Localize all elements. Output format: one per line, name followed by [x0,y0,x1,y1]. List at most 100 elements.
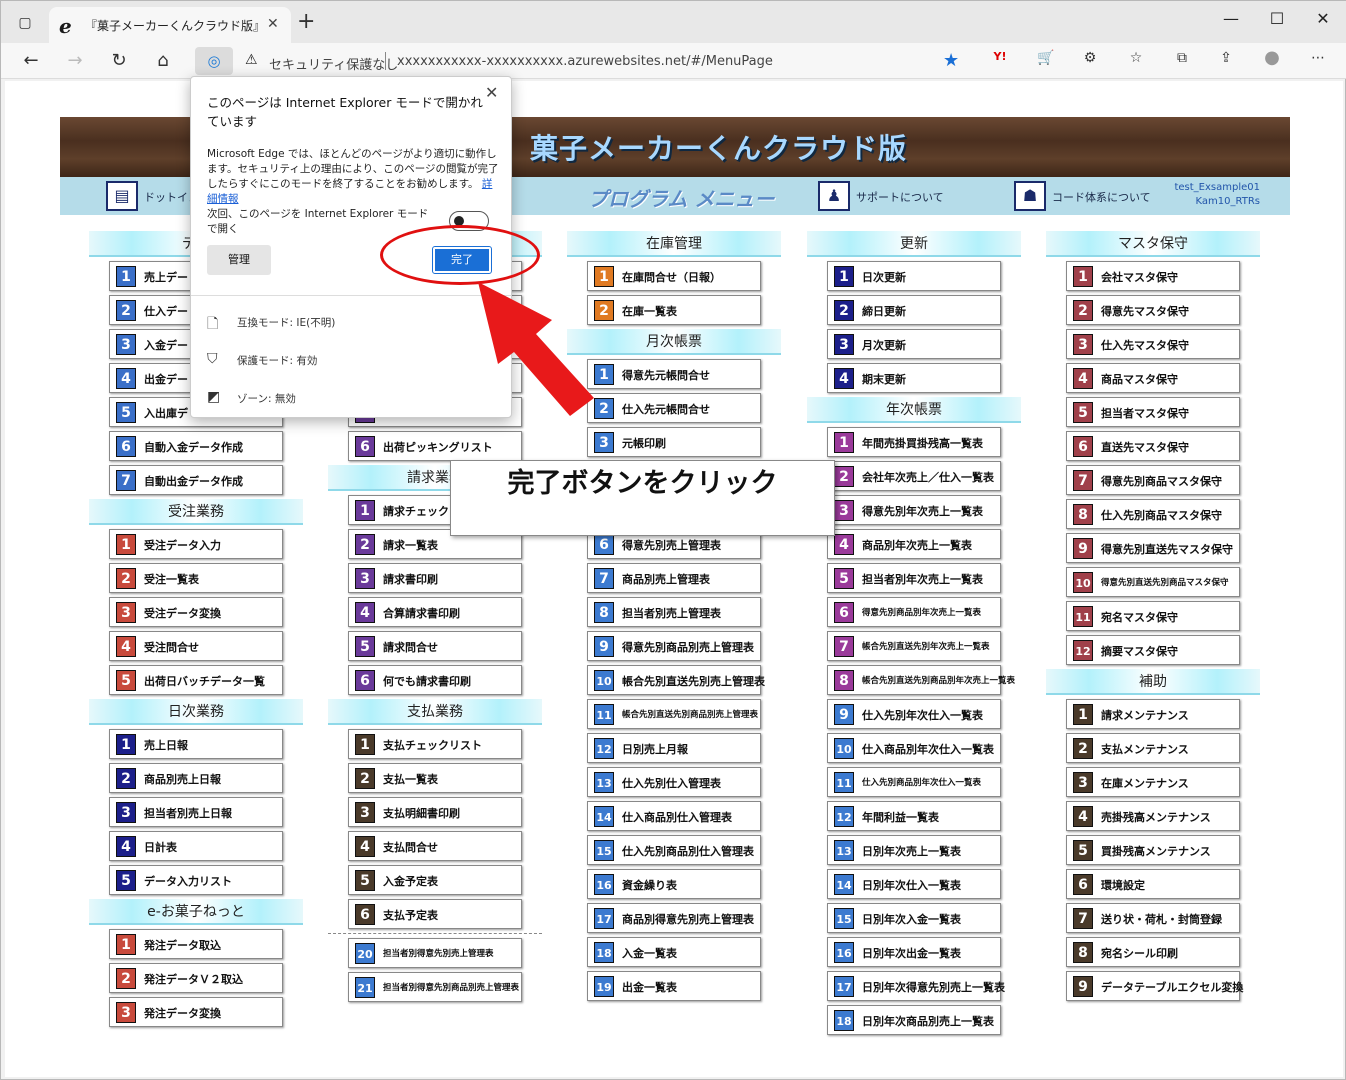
menu-item-button[interactable]: 1 年間売掛買掛残高一覧表 [827,427,1001,457]
menu-item-button[interactable]: 19 出金一覧表 [587,971,761,1001]
menu-item-button[interactable]: 2 受注一覧表 [109,563,283,593]
menu-item-button[interactable]: 1 会社マスタ保守 [1066,261,1240,291]
menu-item-button[interactable]: 4 合算請求書印刷 [348,597,522,627]
ie-mode-icon[interactable]: ◎ [195,47,233,75]
menu-item-button[interactable]: 10 帳合先別直送先別売上管理表 [587,665,765,695]
menu-item-button[interactable]: 1 受注データ入力 [109,529,283,559]
minimize-icon[interactable]: — [1211,9,1251,28]
menu-item-button[interactable]: 2 締日更新 [827,295,1001,325]
menu-item-button[interactable]: 7 送り状・荷札・封筒登録 [1066,903,1240,933]
menu-item-button[interactable]: 11 帳合先別直送先別商品別売上管理表 [587,699,761,729]
menu-item-button[interactable]: 4 支払問合せ [348,831,522,861]
popup-close-icon[interactable]: ✕ [485,83,498,102]
menu-item-button[interactable]: 2 会社年次売上／仕入一覧表 [827,461,1001,491]
menu-item-button[interactable]: 2 仕入先元帳問合せ [587,393,761,423]
menu-item-button[interactable]: 17 商品別得意先別売上管理表 [587,903,761,933]
menu-item-button[interactable]: 17 日別年次得意先別売上一覧表 [827,971,1005,1001]
menu-item-button[interactable]: 9 得意先別直送先マスタ保守 [1066,533,1240,563]
address-bar[interactable]: ⚠ セキュリティ保護なし xxxxxxxxxxx-xxxxxxxxxx.azur… [239,47,979,75]
menu-item-button[interactable]: 13 仕入先別仕入管理表 [587,767,761,797]
menu-item-button[interactable]: 12 年間利益一覧表 [827,801,1001,831]
menu-item-button[interactable]: 11 仕入先別商品別年次仕入一覧表 [827,767,1001,797]
menu-item-button[interactable]: 3 月次更新 [827,329,1001,359]
menu-item-button[interactable]: 20 担当者別得意先別売上管理表 [348,938,522,968]
menu-item-button[interactable]: 1 発注データ取込 [109,929,283,959]
profile-icon[interactable]: ● [1259,47,1285,68]
menu-item-button[interactable]: 3 仕入先マスタ保守 [1066,329,1240,359]
menu-item-button[interactable]: 3 担当者別売上日報 [109,797,283,827]
menu-item-button[interactable]: 10 仕入商品別年次仕入一覧表 [827,733,1001,763]
menu-item-button[interactable]: 7 自動出金データ作成 [109,465,283,495]
menu-item-button[interactable]: 10 得意先別直送先別商品マスタ保守 [1066,567,1240,597]
menu-item-button[interactable]: 6 環境設定 [1066,869,1240,899]
menu-item-button[interactable]: 4 売掛残高メンテナンス [1066,801,1240,831]
sidebar-icon[interactable]: ▢ [13,11,37,35]
menu-item-button[interactable]: 4 商品マスタ保守 [1066,363,1240,393]
menu-item-button[interactable]: 8 帳合先別直送先別商品別年次売上一覧表 [827,665,1015,695]
menu-item-button[interactable]: 7 帳合先別直送先別年次売上一覧表 [827,631,1001,661]
menu-item-button[interactable]: 5 担当者マスタ保守 [1066,397,1240,427]
menu-item-button[interactable]: 3 受注データ変換 [109,597,283,627]
menu-item-button[interactable]: 5 入金予定表 [348,865,522,895]
favorites-icon[interactable]: ☆ [1123,50,1149,66]
menu-item-button[interactable]: 9 得意先別商品別売上管理表 [587,631,761,661]
menu-item-button[interactable]: 6 直送先マスタ保守 [1066,431,1240,461]
menu-item-button[interactable]: 8 宛名シール印刷 [1066,937,1240,967]
menu-item-button[interactable]: 3 在庫メンテナンス [1066,767,1240,797]
url-text[interactable]: xxxxxxxxxxx-xxxxxxxxxx.azurewebsites.net… [397,54,773,69]
menu-item-button[interactable]: 2 支払一覧表 [348,763,522,793]
more-icon[interactable]: ⋯ [1305,50,1331,66]
home-icon[interactable]: ⌂ [149,49,177,73]
menu-item-button[interactable]: 5 請求問合せ [348,631,522,661]
insecure-label[interactable]: セキュリティ保護なし [269,54,398,73]
menu-item-button[interactable]: 2 支払メンテナンス [1066,733,1240,763]
close-window-icon[interactable]: ✕ [1303,9,1343,28]
menu-item-button[interactable]: 3 支払明細書印刷 [348,797,522,827]
menu-item-button[interactable]: 11 宛名マスタ保守 [1066,601,1240,631]
menu-item-button[interactable]: 7 得意先別商品マスタ保守 [1066,465,1240,495]
menu-item-button[interactable]: 1 支払チェックリスト [348,729,522,759]
menu-item-button[interactable]: 9 仕入先別年次仕入一覧表 [827,699,1001,729]
menu-item-button[interactable]: 5 買掛残高メンテナンス [1066,835,1240,865]
menu-item-button[interactable]: 18 入金一覧表 [587,937,761,967]
extensions-icon[interactable]: ⚙ [1077,50,1103,66]
favorite-star-icon[interactable]: ★ [943,50,959,71]
forward-icon[interactable]: → [61,49,89,73]
maximize-icon[interactable]: ☐ [1257,9,1297,28]
menu-item-button[interactable]: 5 担当者別年次売上一覧表 [827,563,1001,593]
menu-item-button[interactable]: 14 仕入商品別仕入管理表 [587,801,761,831]
menu-item-button[interactable]: 1 得意先元帳問合せ [587,359,761,389]
menu-item-button[interactable]: 4 受注問合せ [109,631,283,661]
reload-icon[interactable]: ↻ [105,49,133,73]
menu-item-button[interactable]: 3 元帳印刷 [587,427,761,457]
menu-item-button[interactable]: 14 日別年次仕入一覧表 [827,869,1001,899]
menu-item-button[interactable]: 6 自動入金データ作成 [109,431,283,461]
menu-item-button[interactable]: 6 何でも請求書印刷 [348,665,522,695]
menu-item-button[interactable]: 13 日別年次売上一覧表 [827,835,1001,865]
menu-item-button[interactable]: 5 出荷日バッチデータ一覧 [109,665,283,695]
menu-item-button[interactable]: 12 摘要マスタ保守 [1066,635,1240,665]
tab-close-icon[interactable]: ✕ [267,16,279,32]
menu-item-button[interactable]: 12 日別売上月報 [587,733,761,763]
menu-item-button[interactable]: 9 データテーブルエクセル変換 [1066,971,1243,1001]
menu-item-button[interactable]: 8 仕入先別商品マスタ保守 [1066,499,1240,529]
menu-item-button[interactable]: 3 得意先別年次売上一覧表 [827,495,1001,525]
menu-item-button[interactable]: 21 担当者別得意先別商品別売上管理表 [348,972,522,1002]
menu-item-button[interactable]: 2 在庫一覧表 [587,295,761,325]
menu-item-button[interactable]: 8 担当者別売上管理表 [587,597,761,627]
yahoo-icon[interactable]: Y! [987,50,1013,63]
menu-item-button[interactable]: 6 出荷ピッキングリスト [348,431,522,461]
menu-item-button[interactable]: 15 仕入先別商品別仕入管理表 [587,835,761,865]
collections-icon[interactable]: ⧉ [1169,50,1195,66]
menu-item-button[interactable]: 16 資金繰り表 [587,869,761,899]
browser-tab[interactable]: e 『菓子メーカーくんクラウド版』 プログ ✕ [49,7,291,43]
manage-button[interactable]: 管理 [207,245,271,275]
menu-item-button[interactable]: 16 日別年次出金一覧表 [827,937,1001,967]
menu-item-button[interactable]: 1 日次更新 [827,261,1001,291]
new-tab-icon[interactable]: + [297,11,315,33]
menu-item-button[interactable]: 15 日別年次入金一覧表 [827,903,1001,933]
share-icon[interactable]: ⇪ [1213,50,1239,66]
menu-item-button[interactable]: 1 在庫問合せ（日報） [587,261,761,291]
menu-item-button[interactable]: 5 データ入力リスト [109,865,283,895]
menu-item-button[interactable]: 4 商品別年次売上一覧表 [827,529,1001,559]
